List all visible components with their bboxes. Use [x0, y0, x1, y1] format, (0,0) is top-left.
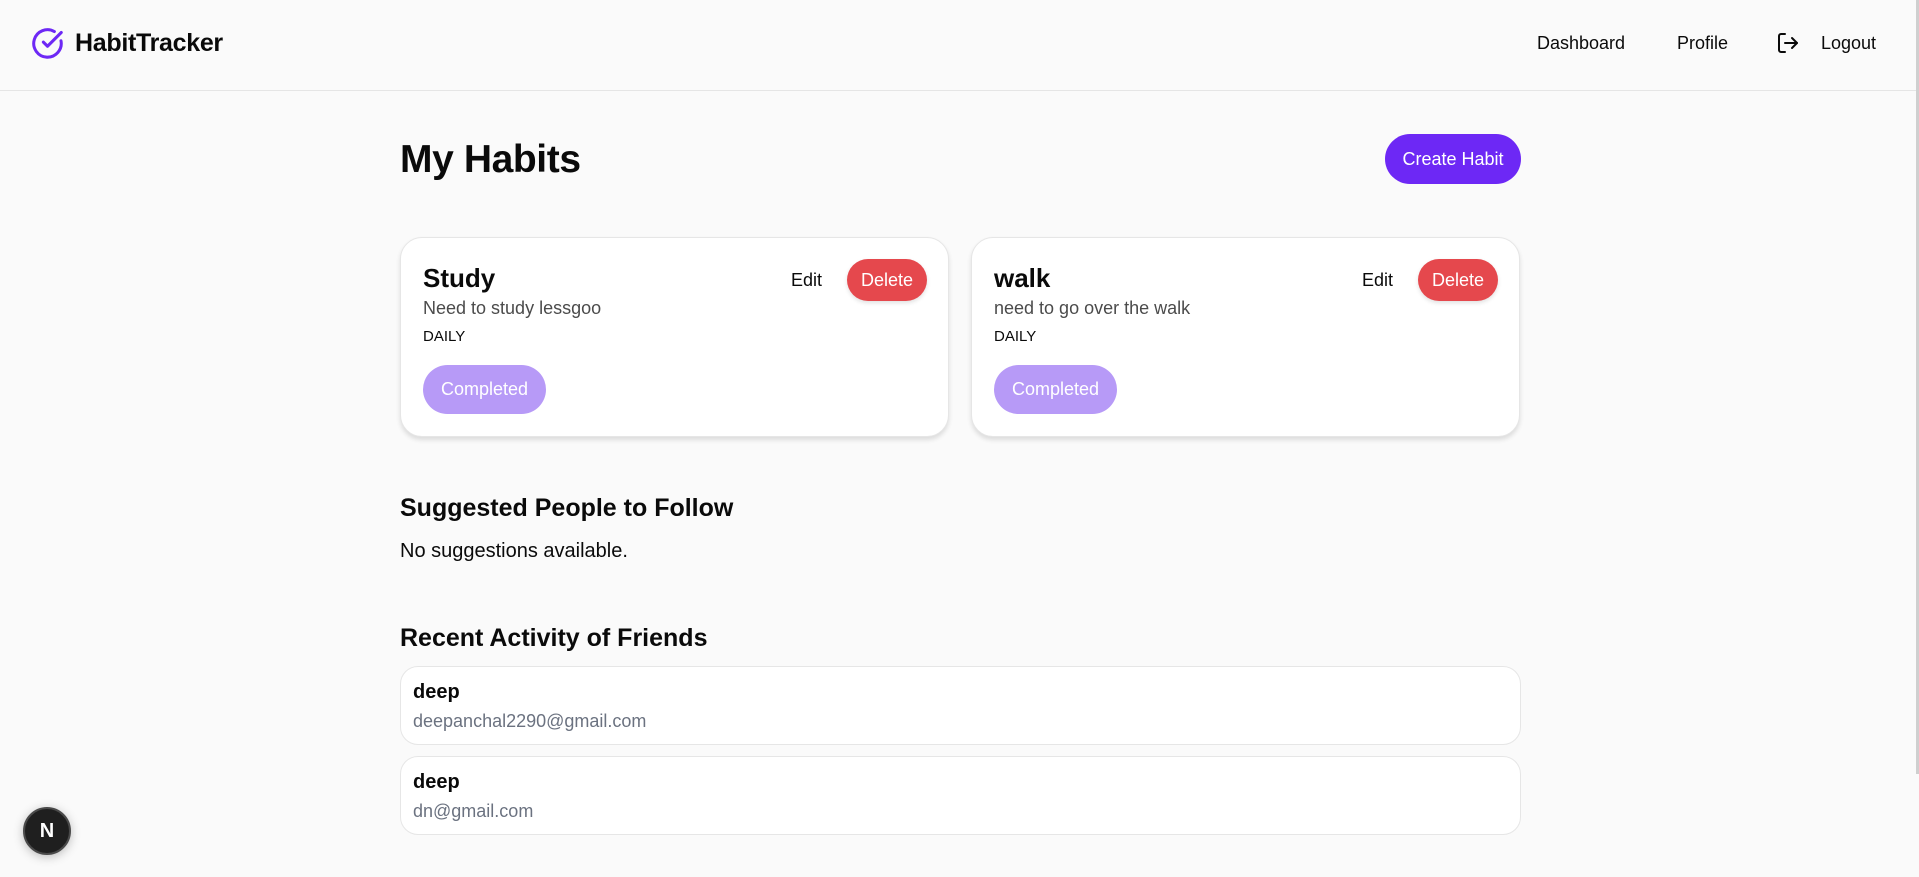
- check-circle-icon: [32, 28, 63, 59]
- friend-name: deep: [413, 681, 460, 703]
- habit-description: Need to study lessgoo: [423, 298, 602, 318]
- suggestions-empty-text: No suggestions available.: [400, 540, 628, 562]
- top-navbar: HabitTracker Dashboard Profile Logout: [0, 0, 1916, 91]
- activity-item[interactable]: deep deepanchal2290@gmail.com: [400, 666, 1521, 745]
- nav-link-dashboard[interactable]: Dashboard: [1537, 33, 1625, 54]
- completed-button[interactable]: Completed: [423, 365, 546, 414]
- dev-badge-label: N: [39, 819, 55, 842]
- brand-logo[interactable]: HabitTracker: [31, 27, 223, 60]
- create-habit-button[interactable]: Create Habit: [1385, 134, 1521, 184]
- activity-title: Recent Activity of Friends: [400, 624, 708, 652]
- delete-habit-button[interactable]: Delete: [1418, 259, 1498, 301]
- friend-name: deep: [413, 771, 460, 793]
- habit-card: walk need to go over the walk DAILY Edit…: [971, 237, 1520, 437]
- habit-frequency: DAILY: [423, 328, 466, 345]
- edit-habit-button[interactable]: Edit: [1362, 270, 1393, 291]
- habit-frequency: DAILY: [994, 328, 1037, 345]
- activity-item[interactable]: deep dn@gmail.com: [400, 756, 1521, 835]
- friend-email: dn@gmail.com: [413, 801, 534, 821]
- suggestions-title: Suggested People to Follow: [400, 494, 734, 522]
- page-title: My Habits: [400, 138, 581, 181]
- logout-label: Logout: [1821, 32, 1877, 53]
- brand-name: HabitTracker: [75, 29, 223, 57]
- nav-link-profile[interactable]: Profile: [1677, 33, 1728, 54]
- logout-button[interactable]: Logout: [1776, 31, 1876, 55]
- nextjs-icon[interactable]: N: [23, 807, 71, 855]
- habit-name: walk: [994, 263, 1051, 293]
- logout-icon: [1778, 33, 1798, 53]
- delete-habit-button[interactable]: Delete: [847, 259, 927, 301]
- habit-description: need to go over the walk: [994, 298, 1191, 318]
- edit-habit-button[interactable]: Edit: [791, 270, 822, 291]
- friend-email: deepanchal2290@gmail.com: [413, 711, 647, 731]
- completed-button[interactable]: Completed: [994, 365, 1117, 414]
- habit-card: Study Need to study lessgoo DAILY Edit D…: [400, 237, 949, 437]
- habit-name: Study: [423, 263, 496, 293]
